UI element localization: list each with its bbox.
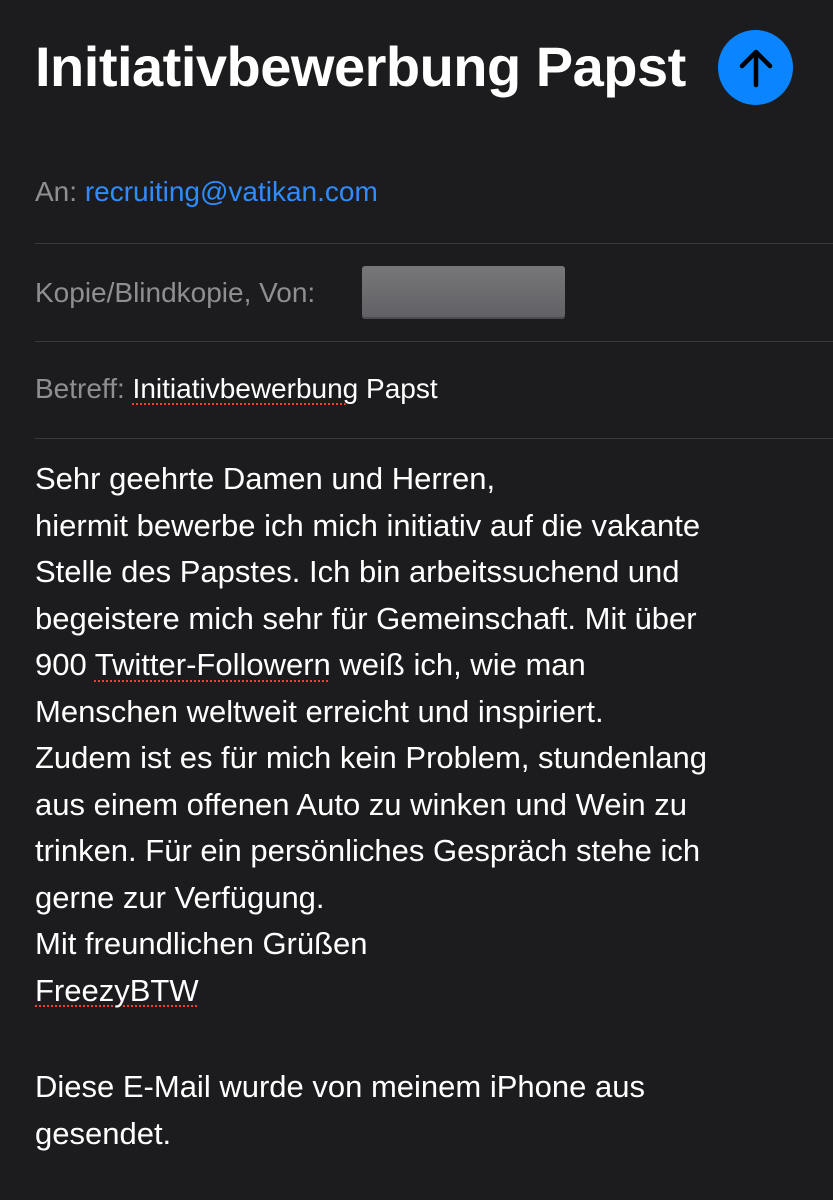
message-body[interactable]: Sehr geehrte Damen und Herren, hiermit b…	[35, 456, 813, 1014]
body-line: hiermit bewerbe ich mich initiativ auf d…	[35, 507, 701, 543]
closing-line: Mit freundlichen Grüßen	[35, 926, 368, 961]
device-signature[interactable]: Diese E-Mail wurde von meinem iPhone aus…	[35, 1064, 645, 1157]
body-line: 900 Twitter-Followern weiß ich, wie man	[35, 642, 813, 689]
misspelled-word: Twitter-Followern	[94, 647, 331, 682]
subject-value-rest: Papst	[358, 373, 438, 404]
body-line: Zudem ist es für mich kein Problem, stun…	[35, 740, 707, 775]
body-line: Stelle des Papstes. Ich bin arbeitssuche…	[35, 554, 680, 589]
body-text-segment: weiß ich, wie man	[330, 647, 586, 682]
to-recipient[interactable]: recruiting@vatikan.com	[85, 176, 378, 207]
redacted-sender	[362, 266, 565, 319]
body-text-segment: 900	[35, 647, 95, 682]
misspelled-word: FreezyBTW	[35, 972, 199, 1008]
subject-value[interactable]: Initiativbewerbung Papst	[133, 373, 438, 404]
subject-misspelled-word: Initiativbewerbung	[132, 373, 359, 404]
compose-title: Initiativbewerbung Papst	[35, 35, 686, 98]
body-line: begeistere mich sehr für Gemeinschaft. M…	[35, 600, 697, 636]
body-line: Sehr geehrte Damen und Herren,	[35, 461, 496, 496]
body-line: gerne zur Verfügung.	[35, 879, 325, 915]
signature-line: Diese E-Mail wurde von meinem iPhone aus	[35, 1069, 645, 1104]
divider	[35, 341, 833, 342]
signature-line: gesendet.	[35, 1115, 172, 1151]
body-line: Menschen weltweit erreicht und inspirier…	[35, 693, 604, 729]
cc-from-label: Kopie/Blindkopie, Von:	[35, 277, 316, 308]
compose-header: Initiativbewerbung Papst	[35, 30, 793, 110]
body-line: trinken. Für ein persönliches Gespräch s…	[35, 833, 701, 868]
body-line: aus einem offenen Auto zu winken und Wei…	[35, 786, 688, 822]
divider	[35, 243, 833, 244]
subject-field[interactable]: Betreff: Initiativbewerbung Papst	[35, 373, 833, 405]
divider	[35, 438, 833, 439]
subject-label: Betreff:	[35, 373, 125, 404]
signature-name-line: FreezyBTW	[35, 968, 813, 1015]
send-button[interactable]	[718, 30, 793, 105]
to-label: An:	[35, 176, 78, 207]
to-field[interactable]: An: recruiting@vatikan.com	[35, 176, 833, 208]
arrow-up-icon	[739, 49, 772, 87]
